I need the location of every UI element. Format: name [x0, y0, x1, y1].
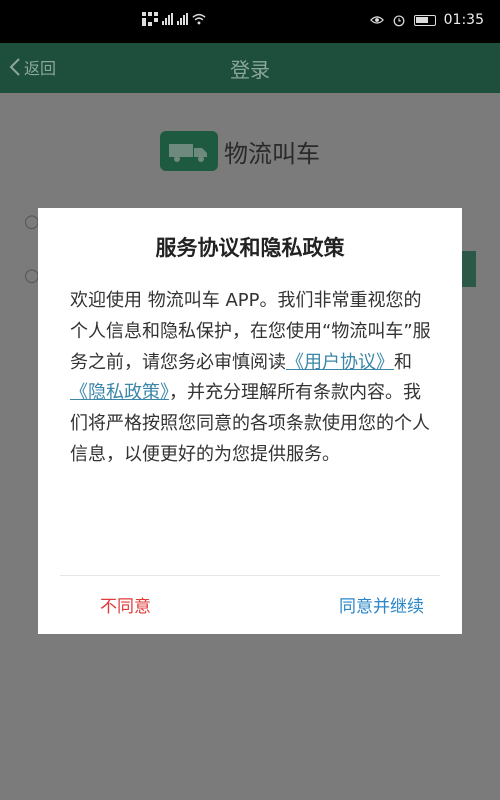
privacy-dialog: 服务协议和隐私政策 欢迎使用 物流叫车 APP。我们非常重视您的个人信息和隐私保… — [38, 208, 462, 634]
page-title: 登录 — [230, 58, 270, 82]
signal-icon-2 — [177, 13, 188, 25]
wifi-icon — [192, 13, 206, 25]
signal-icon — [162, 13, 173, 25]
eye-icon — [369, 16, 384, 24]
status-time: 01:35 — [443, 12, 484, 28]
truck-logo-icon — [160, 131, 218, 171]
brand-name: 物流叫车 — [224, 139, 320, 168]
dialog-body: 欢迎使用 物流叫车 APP。我们非常重视您的个人信息和隐私保护，在您使用“物流叫… — [70, 286, 434, 471]
send-code-button[interactable] — [462, 251, 476, 287]
status-bar: 01:35 — [0, 0, 500, 43]
decline-button[interactable]: 不同意 — [100, 592, 151, 617]
user-agreement-link[interactable]: 《用户协议》 — [286, 352, 394, 373]
notification-icon — [142, 12, 158, 26]
alarm-icon — [393, 15, 405, 27]
brand-logo: 物流叫车 — [160, 131, 320, 171]
status-right: 01:35 — [369, 12, 484, 28]
dialog-connector-text: 和 — [394, 351, 412, 373]
battery-icon — [413, 14, 436, 26]
dialog-divider — [60, 575, 440, 576]
status-left — [142, 12, 206, 26]
dialog-title: 服务协议和隐私政策 — [155, 236, 345, 260]
app-bar: 返回 登录 — [0, 43, 500, 93]
accept-continue-button[interactable]: 同意并继续 — [339, 592, 424, 617]
privacy-policy-link[interactable]: 《隐私政策》 — [70, 382, 169, 403]
